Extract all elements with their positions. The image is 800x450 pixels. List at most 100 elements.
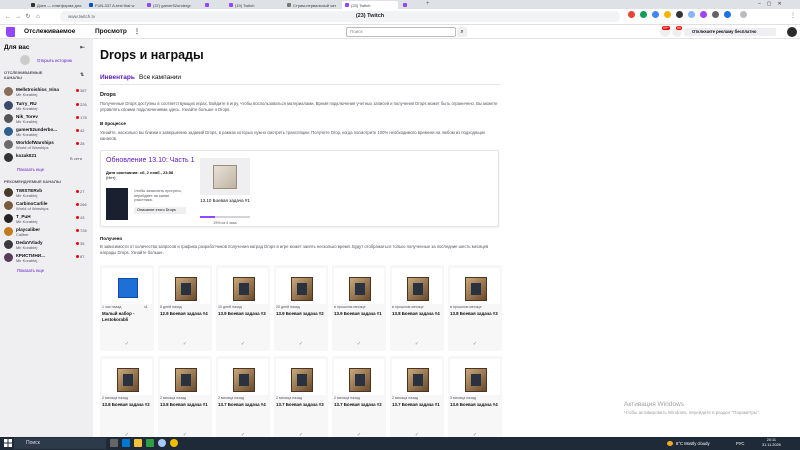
crate-icon	[117, 368, 139, 392]
sidebar-channel[interactable]: kozak021 В сети	[4, 152, 92, 163]
channel-avatar	[4, 114, 13, 123]
drop-card-date: 8 дней назад	[160, 305, 182, 309]
browser-tab[interactable]	[400, 1, 422, 9]
extension-icon[interactable]	[640, 11, 647, 18]
profile-icon[interactable]	[740, 11, 747, 18]
explorer-icon[interactable]	[134, 439, 142, 447]
history-link[interactable]: Открыть историю	[37, 58, 72, 63]
task-view-icon[interactable]	[110, 439, 118, 447]
search-icon[interactable]: ⌕	[457, 27, 467, 37]
drop-card-date: в прошлом месяце	[392, 305, 424, 309]
weather-icon	[667, 441, 673, 446]
sidebar-channel[interactable]: Nik_Torev Mir Korablej 178	[4, 113, 92, 124]
extension-icon[interactable]	[628, 11, 635, 18]
user-avatar[interactable]	[787, 27, 797, 37]
page-title-bar: (23) Twitch	[355, 13, 385, 19]
browser-tab[interactable]	[202, 1, 224, 9]
collapse-icon[interactable]: ⇤	[80, 44, 85, 51]
extension-icon[interactable]	[688, 11, 695, 18]
browser-tab[interactable]: (37) gamer52undergr	[144, 1, 200, 9]
extension-icon[interactable]	[712, 11, 719, 18]
app-icon[interactable]	[170, 439, 178, 447]
nav-browse[interactable]: Просмотр	[95, 28, 127, 35]
followed-show-more[interactable]: Показать еще	[17, 167, 44, 172]
sidebar-channel[interactable]: WorldofWarships World of Warships 28	[4, 139, 92, 150]
browser-tab[interactable]: FUN-337 A-test that w	[86, 1, 142, 9]
channel-viewers: 387	[80, 88, 87, 93]
crate-icon	[407, 277, 429, 301]
language-indicator[interactable]: РУС	[736, 441, 744, 446]
nav-following[interactable]: Отслеживаемое	[24, 28, 75, 35]
channel-avatar	[4, 188, 13, 197]
more-icon[interactable]: ⋮	[134, 28, 140, 35]
extension-icon[interactable]	[652, 11, 659, 18]
channel-viewers: 43	[80, 215, 85, 220]
window-controls[interactable]: –▢✕	[758, 1, 788, 7]
sidebar-channel[interactable]: Turry_RU Mir Korablej 226	[4, 100, 92, 111]
channel-avatar	[4, 127, 13, 136]
drop-progress-fill	[200, 216, 215, 218]
drop-card-image	[450, 359, 500, 395]
sidebar-channel[interactable]: КРИСТИНИ... Mir Korablej 87	[4, 252, 92, 263]
channel-viewers: 42	[80, 128, 85, 133]
menu-icon[interactable]: ⋮	[790, 12, 796, 19]
sidebar-channel[interactable]: DedaVVlady Mir Korablej 35	[4, 239, 92, 250]
recommended-show-more[interactable]: Показать еще	[17, 268, 44, 273]
back-icon[interactable]: ←	[4, 13, 12, 21]
new-tab-icon[interactable]: +	[426, 1, 430, 7]
sidebar-channel[interactable]: Mellstroishiss_Irina Mir Korablej 387	[4, 86, 92, 97]
channel-viewers: 35	[80, 241, 85, 246]
sidebar-channel[interactable]: CarbinoCarlile World of Warships 266	[4, 200, 92, 211]
taskbar-search[interactable]: Поиск	[14, 438, 106, 449]
drop-card-date: в прошлом месяце	[450, 305, 482, 309]
forward-icon[interactable]: →	[14, 13, 22, 21]
app-icon[interactable]	[158, 439, 166, 447]
tab-title: Стрим-нервальный чат	[293, 2, 337, 8]
extension-icon[interactable]	[700, 11, 707, 18]
edge-icon[interactable]	[122, 439, 130, 447]
browser-tab[interactable]: Дзен — платформа для	[28, 1, 84, 9]
search-input[interactable]: Поиск	[346, 27, 456, 37]
drop-card-image	[334, 359, 384, 395]
received-description: В зависимости от количества запросов и г…	[100, 244, 489, 255]
chrome-icon[interactable]	[146, 439, 154, 447]
clock[interactable]: 20:11 31.11.2026	[762, 438, 781, 448]
sidebar-channel[interactable]: T_PuH Mir Korablej 43	[4, 213, 92, 224]
extension-icon[interactable]	[664, 11, 671, 18]
home-icon[interactable]: ⌂	[34, 13, 42, 21]
drop-card-date: 3 месяца назад	[450, 396, 476, 400]
inprogress-description: Узнайте, насколько вы близки к завершени…	[100, 130, 486, 141]
crate-icon	[233, 368, 255, 392]
reload-icon[interactable]: ↻	[24, 13, 32, 21]
live-dot-icon	[76, 103, 79, 106]
channel-viewers: 178	[80, 115, 87, 120]
drop-card-name: 13.6 Боевая задача #4	[450, 402, 498, 407]
campaign-details-button[interactable]: Описание этого Drops	[134, 207, 186, 214]
browser-tab[interactable]: (19) Twitch	[226, 1, 282, 9]
windows-start-icon[interactable]	[4, 439, 12, 447]
browser-tab-active[interactable]: (23) Twitch	[342, 1, 398, 9]
tab-title: FUN-337 A-test that w	[95, 2, 135, 8]
drop-card-name: 13.8 Боевая задача #4	[392, 311, 440, 316]
crate-icon	[349, 368, 371, 392]
live-dot-icon	[76, 216, 79, 219]
campaign-title[interactable]: Обновление 13.10: Часть 1	[106, 157, 195, 164]
extension-icon[interactable]	[676, 11, 683, 18]
adfree-button[interactable]: Отключите рекламу бесплатно	[684, 28, 776, 36]
sidebar-channel[interactable]: playcaliber Caliber 726	[4, 226, 92, 237]
drop-card: в прошлом месяце 13.8 Боевая задача #3 ✓	[448, 265, 502, 351]
sidebar-channel[interactable]: gamer52underbo... Mir Korablej 42	[4, 126, 92, 137]
tab-title: (37) gamer52undergr	[153, 2, 191, 8]
channel-avatar	[4, 253, 13, 262]
twitch-logo-icon[interactable]	[6, 27, 15, 37]
extension-icon[interactable]	[724, 11, 731, 18]
browser-tab[interactable]: Стрим-нервальный чат	[284, 1, 340, 9]
tab-all-campaigns[interactable]: Все кампании	[139, 74, 181, 81]
drop-card-date: 2 месяца назад	[392, 396, 418, 400]
drops-description: Полученные Drops доступны в соответствую…	[100, 101, 498, 112]
weather-text[interactable]: 8°C Mostly cloudy	[676, 441, 710, 446]
sidebar-channel[interactable]: TWISTERvb Mir Korablej 27	[4, 187, 92, 198]
campaign-end-date: Дата окончания: сб, 2 нояб., 23:58 (Нет)	[106, 170, 173, 180]
sort-icon[interactable]: ⇅	[80, 72, 84, 78]
channel-game: Mir Korablej	[16, 119, 38, 124]
